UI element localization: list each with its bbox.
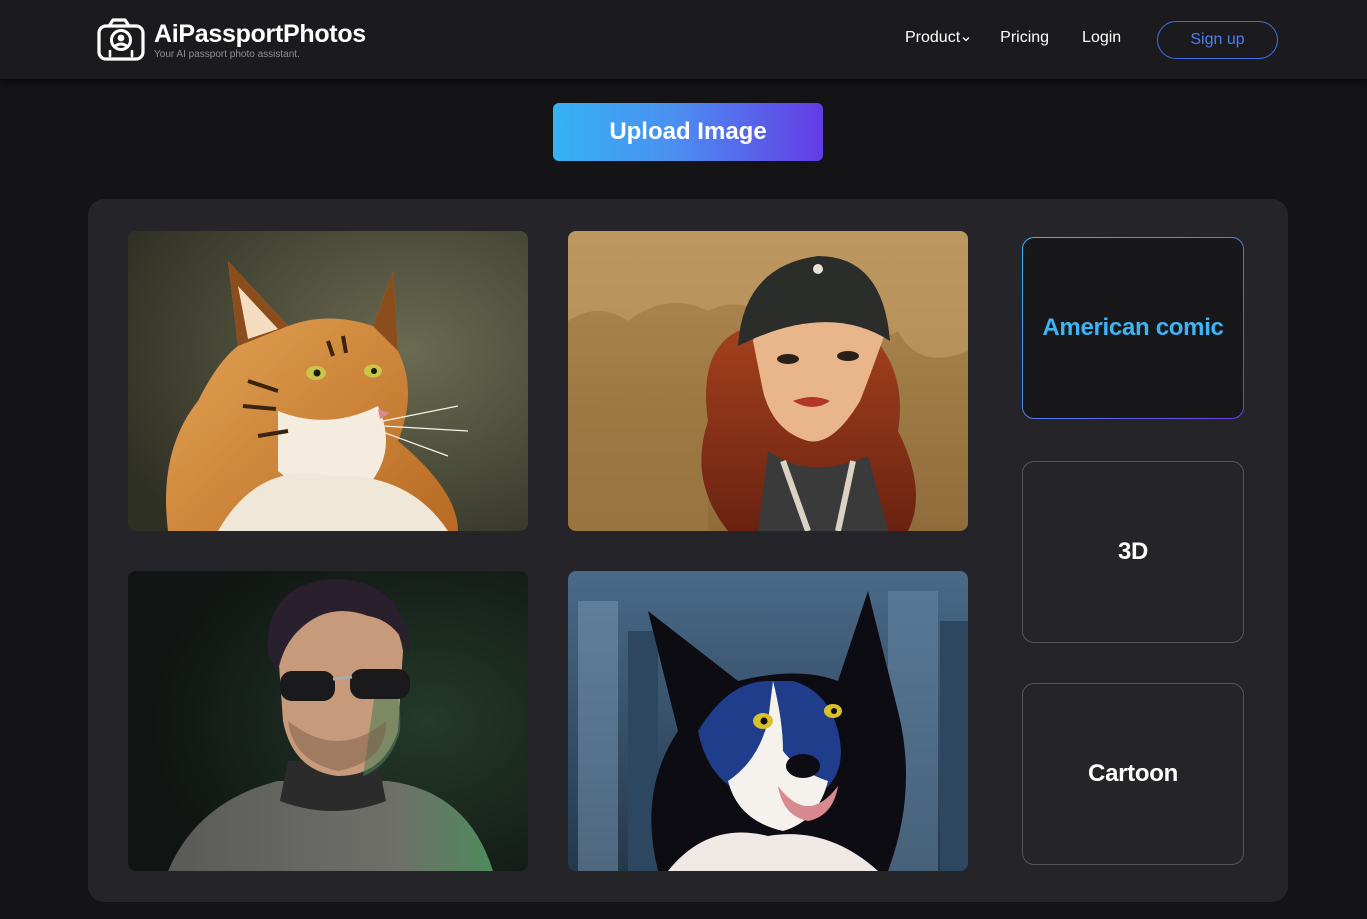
upload-image-button[interactable]: Upload Image — [553, 103, 823, 161]
brand-tagline: Your AI passport photo assistant. — [154, 49, 300, 60]
nav-pricing[interactable]: Pricing — [1000, 29, 1049, 47]
brand-logo[interactable]: AiPassportPhotos Your AI passport photo … — [97, 18, 366, 62]
chevron-down-icon — [962, 37, 970, 42]
brand-text: AiPassportPhotos Your AI passport photo … — [154, 20, 366, 61]
signup-button[interactable]: Sign up — [1157, 21, 1278, 59]
nav-login[interactable]: Login — [1082, 29, 1121, 47]
sample-image-woman — [568, 231, 968, 531]
style-option-3d[interactable]: 3D — [1022, 461, 1244, 643]
sample-image-dog — [568, 571, 968, 871]
sample-image-cat — [128, 231, 528, 531]
main-nav: Product Pricing Login — [905, 29, 1121, 47]
top-navbar: AiPassportPhotos Your AI passport photo … — [0, 0, 1367, 80]
camera-icon — [97, 18, 145, 61]
style-showcase-panel: American comic 3D Cartoon — [88, 199, 1288, 902]
style-option-american-comic[interactable]: American comic — [1022, 237, 1244, 419]
style-option-cartoon[interactable]: Cartoon — [1022, 683, 1244, 865]
sample-image-man — [128, 571, 528, 871]
nav-product-label: Product — [905, 29, 961, 46]
brand-name: AiPassportPhotos — [154, 20, 366, 48]
nav-product[interactable]: Product — [905, 29, 970, 47]
